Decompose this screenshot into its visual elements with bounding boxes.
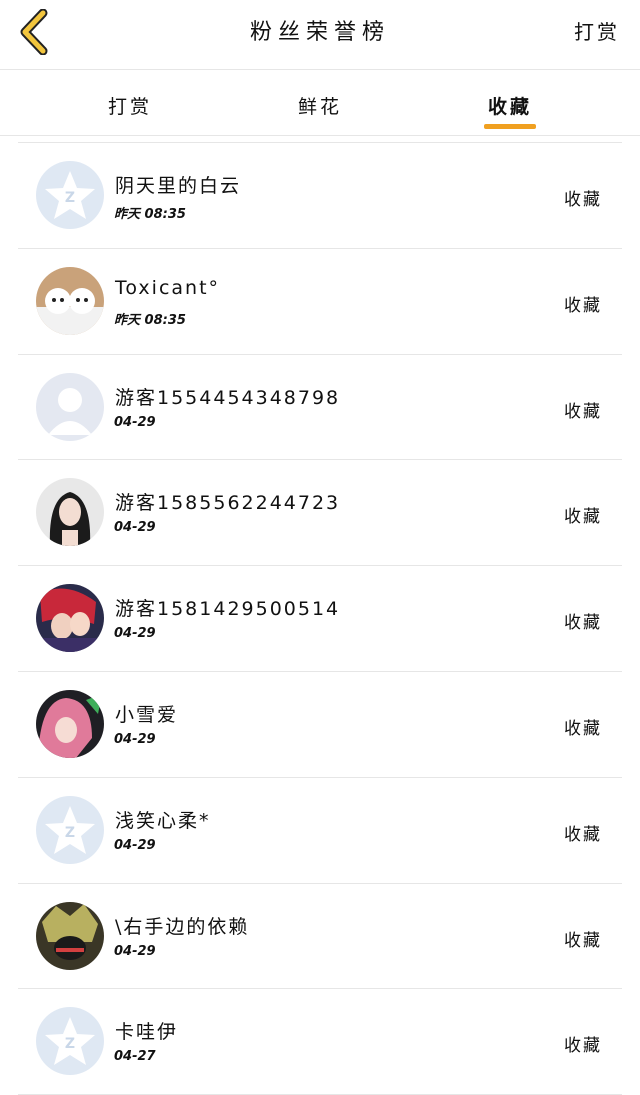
fan-time: 昨天 08:35 (114, 312, 186, 328)
chevron-left-icon (20, 9, 48, 55)
photo-woman-avatar[interactable] (36, 478, 104, 547)
list-item[interactable]: 游客1554454348798 04-29 收藏 (18, 355, 622, 461)
list-item[interactable]: 小雪爱 04-29 收藏 (18, 672, 622, 778)
fan-time: 04-29 (114, 943, 156, 959)
anime-couple-avatar[interactable] (36, 584, 104, 653)
collect-label: 收藏 (564, 507, 602, 528)
list-item[interactable]: Z 卡哇伊 04-27 收藏 (18, 989, 622, 1095)
photo-dogs-avatar[interactable] (36, 266, 104, 335)
collect-label: 收藏 (564, 613, 602, 634)
fan-name: 游客1585562244723 (115, 492, 341, 515)
collect-label: 收藏 (564, 930, 602, 951)
fan-time: 昨天 08:35 (114, 207, 186, 222)
collect-label: 收藏 (564, 1036, 602, 1057)
anime-dark-avatar[interactable] (36, 901, 104, 970)
fan-list: Z 阴天里的白云 昨天 08:35 收藏 Toxicant° 昨天 08:35 … (18, 142, 622, 1095)
fan-time: 04-29 (114, 837, 156, 853)
tab-reward[interactable]: 打赏 (70, 70, 190, 136)
fan-name: 阴天里的白云 (115, 175, 242, 197)
list-item[interactable]: Z 浅笑心柔* 04-29 收藏 (18, 778, 622, 884)
list-item[interactable]: 游客1585562244723 04-29 收藏 (18, 460, 622, 567)
fan-name: 游客1581429500514 (115, 598, 341, 621)
tab-flowers[interactable]: 鲜花 (260, 70, 380, 136)
list-item[interactable]: Z 阴天里的白云 昨天 08:35 收藏 (18, 143, 622, 249)
list-item[interactable]: \右手边的依赖 04-29 收藏 (18, 884, 622, 990)
fan-time: 04-29 (114, 626, 156, 642)
fan-time: 04-29 (114, 414, 156, 430)
fan-name: 小雪爱 (115, 703, 179, 726)
svg-text:Z: Z (65, 1036, 75, 1052)
page-title: 粉丝荣誉榜 (249, 20, 390, 45)
active-tab-indicator (484, 124, 536, 129)
fan-time: 04-29 (114, 731, 156, 747)
fan-name: 卡哇伊 (115, 1021, 179, 1044)
reward-button[interactable]: 打赏 (574, 16, 620, 45)
collect-label: 收藏 (564, 295, 602, 316)
collect-label: 收藏 (564, 401, 602, 422)
fan-name: 游客1554454348798 (115, 386, 341, 409)
blank-person-avatar[interactable] (36, 372, 104, 441)
fan-name: \右手边的依赖 (115, 915, 250, 938)
collect-label: 收藏 (564, 824, 602, 845)
svg-text:Z: Z (65, 190, 75, 206)
svg-text:Z: Z (65, 825, 75, 841)
default-star-avatar[interactable]: Z (36, 795, 104, 864)
default-star-avatar[interactable]: Z (36, 1007, 104, 1076)
fan-name: Toxicant° (115, 276, 221, 299)
default-star-avatar[interactable]: Z (36, 161, 104, 229)
list-item[interactable]: Toxicant° 昨天 08:35 收藏 (18, 249, 622, 355)
anime-pink-hair-avatar[interactable] (36, 689, 104, 758)
back-button[interactable] (12, 6, 56, 58)
top-bar: 粉丝荣誉榜 打赏 (0, 0, 640, 70)
list-item[interactable]: 游客1581429500514 04-29 收藏 (18, 566, 622, 672)
collect-label: 收藏 (564, 718, 602, 739)
fan-time: 04-27 (114, 1049, 156, 1065)
fan-name: 浅笑心柔* (115, 809, 211, 832)
collect-label: 收藏 (564, 190, 602, 210)
fan-time: 04-29 (114, 520, 156, 536)
tab-bar: 打赏 鲜花 收藏 (0, 70, 640, 136)
